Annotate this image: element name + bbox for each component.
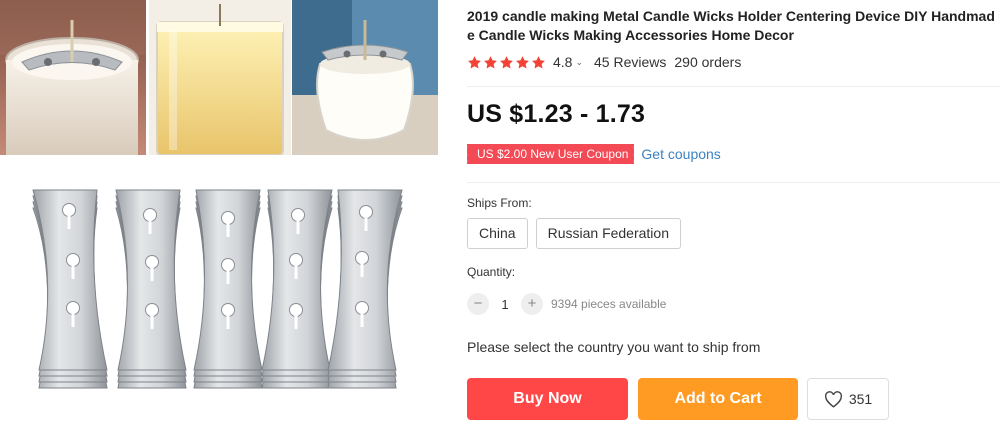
wishlist-count: 351 (848, 391, 873, 407)
gallery-thumbnail-glass-jar[interactable] (292, 0, 438, 155)
rating-row: 4.8 ⌄ 45 Reviews 290 orders (467, 53, 741, 71)
quantity-label: Quantity: (467, 265, 516, 279)
wishlist-button[interactable]: 351 (807, 378, 889, 420)
quantity-stepper: − 1 + 9394 pieces available (467, 292, 666, 316)
ship-option-russian-federation[interactable]: Russian Federation (535, 218, 681, 249)
add-to-cart-button[interactable]: Add to Cart (638, 378, 798, 420)
product-gallery (0, 0, 440, 440)
ship-country-notice: Please select the country you want to sh… (467, 339, 761, 355)
orders-count: 290 orders (674, 54, 742, 70)
ships-from-options: China Russian Federation (467, 218, 681, 249)
star-icon (516, 55, 529, 68)
rating-value[interactable]: 4.8 (553, 54, 572, 70)
product-info-panel: 2019 candle making Metal Candle Wicks Ho… (463, 0, 1000, 440)
ship-option-china[interactable]: China (467, 218, 528, 249)
gallery-thumbnail-yellow-candle[interactable] (149, 0, 291, 155)
star-icon (500, 55, 513, 68)
get-coupons-link[interactable]: Get coupons (641, 146, 720, 162)
reviews-link[interactable]: 45 Reviews (594, 54, 666, 70)
gallery-thumbnail-candle-jar[interactable] (0, 0, 146, 155)
product-title: 2019 candle making Metal Candle Wicks Ho… (467, 8, 995, 43)
quantity-input[interactable]: 1 (489, 297, 521, 312)
star-icon (468, 55, 481, 68)
coupon-row: US $2.00 New User Coupon Get coupons (463, 143, 721, 165)
divider (467, 86, 1000, 87)
ships-from-label: Ships From: (467, 196, 532, 210)
new-user-coupon-badge[interactable]: US $2.00 New User Coupon (463, 144, 638, 164)
quantity-increase-button[interactable]: + (521, 293, 543, 315)
rating-stars (467, 55, 546, 70)
main-product-image[interactable] (0, 160, 440, 440)
product-price: US $1.23 - 1.73 (467, 100, 646, 128)
stock-available: 9394 pieces available (551, 297, 667, 311)
wick-holder-product (193, 189, 263, 389)
chevron-down-icon[interactable]: ⌄ (575, 57, 583, 68)
quantity-decrease-button[interactable]: − (467, 293, 489, 315)
divider (467, 182, 1000, 183)
buy-now-button[interactable]: Buy Now (467, 378, 628, 420)
heart-icon (824, 390, 842, 408)
star-icon (484, 55, 497, 68)
star-icon (532, 55, 545, 68)
